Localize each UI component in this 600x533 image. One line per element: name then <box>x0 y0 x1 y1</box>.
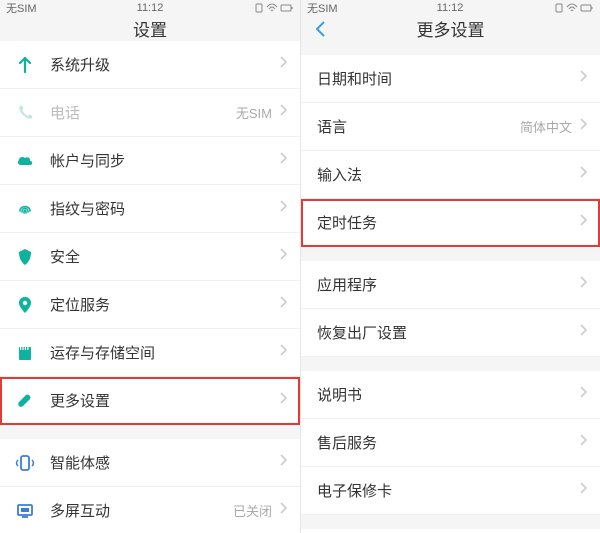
group-gap <box>301 515 600 529</box>
group-gap <box>301 41 600 55</box>
chevron-right-icon <box>278 55 288 74</box>
settings-row[interactable]: 用户体验改进计划已开启 <box>301 529 600 533</box>
chevron-right-icon <box>278 199 288 218</box>
carrier-label: 无SIM <box>307 0 338 16</box>
chevron-right-icon <box>278 295 288 314</box>
settings-row[interactable]: 多屏互动已关闭 <box>0 487 300 533</box>
settings-row[interactable]: 更多设置 <box>0 377 300 425</box>
row-label: 定位服务 <box>50 294 278 315</box>
settings-row[interactable]: 说明书 <box>301 371 600 419</box>
settings-row[interactable]: 日期和时间 <box>301 55 600 103</box>
settings-row[interactable]: 系统升级 <box>0 41 300 89</box>
back-button[interactable] <box>311 19 331 39</box>
arrow-up-icon <box>14 54 36 76</box>
row-label: 智能体感 <box>50 452 278 473</box>
row-label: 电子保修卡 <box>317 480 578 501</box>
chevron-right-icon <box>578 165 588 184</box>
settings-row[interactable]: 语言简体中文 <box>301 103 600 151</box>
phone-icon <box>14 102 36 124</box>
settings-list-right: 日期和时间语言简体中文输入法定时任务应用程序恢复出厂设置说明书售后服务电子保修卡… <box>301 41 600 533</box>
settings-row[interactable]: 帐户与同步 <box>0 137 300 185</box>
group-gap <box>301 247 600 261</box>
row-label: 指纹与密码 <box>50 198 278 219</box>
row-value: 已关闭 <box>233 501 272 520</box>
status-icons <box>254 3 294 13</box>
chevron-right-icon <box>278 391 288 410</box>
left-pane: 无SIM 11:12 设置 系统升级电话无SIM帐户与同步指纹与密码安全定位服务… <box>0 0 300 533</box>
storage-icon <box>14 342 36 364</box>
settings-row[interactable]: 电话无SIM <box>0 89 300 137</box>
chevron-right-icon <box>278 343 288 362</box>
row-label: 说明书 <box>317 384 578 405</box>
page-title-left: 设置 <box>133 16 167 41</box>
chevron-right-icon <box>278 103 288 122</box>
settings-row[interactable]: 安全 <box>0 233 300 281</box>
row-label: 电话 <box>50 102 236 123</box>
row-label: 输入法 <box>317 164 578 185</box>
motion-icon <box>14 452 36 474</box>
row-label: 语言 <box>317 116 520 137</box>
row-label: 售后服务 <box>317 432 578 453</box>
status-icons <box>554 3 594 13</box>
row-label: 帐户与同步 <box>50 150 278 171</box>
shield-icon <box>14 246 36 268</box>
wrench-icon <box>14 390 36 412</box>
fingerprint-icon <box>14 198 36 220</box>
row-label: 日期和时间 <box>317 68 578 89</box>
settings-row[interactable]: 指纹与密码 <box>0 185 300 233</box>
settings-row[interactable]: 电子保修卡 <box>301 467 600 515</box>
pin-icon <box>14 294 36 316</box>
chevron-right-icon <box>578 481 588 500</box>
settings-row[interactable]: 恢复出厂设置 <box>301 309 600 357</box>
row-label: 系统升级 <box>50 54 278 75</box>
cloud-icon <box>14 150 36 172</box>
chevron-right-icon <box>278 247 288 266</box>
settings-row[interactable]: 定位服务 <box>0 281 300 329</box>
chevron-right-icon <box>578 69 588 88</box>
settings-row[interactable]: 输入法 <box>301 151 600 199</box>
chevron-right-icon <box>578 117 588 136</box>
settings-row[interactable]: 定时任务 <box>301 199 600 247</box>
row-label: 应用程序 <box>317 274 578 295</box>
row-label: 多屏互动 <box>50 500 233 521</box>
header-left: 设置 <box>0 16 300 41</box>
row-label: 运存与存储空间 <box>50 342 278 363</box>
chevron-right-icon <box>578 323 588 342</box>
settings-row[interactable]: 运存与存储空间 <box>0 329 300 377</box>
chevron-right-icon <box>578 385 588 404</box>
row-label: 更多设置 <box>50 390 278 411</box>
right-pane: 无SIM 11:12 更多设置 日期和时间语言简体中文输入法定时任务应用程序恢复… <box>300 0 600 533</box>
row-label: 定时任务 <box>317 212 578 233</box>
row-value: 无SIM <box>236 103 272 122</box>
page-title-right: 更多设置 <box>417 16 485 41</box>
settings-row[interactable]: 应用程序 <box>301 261 600 309</box>
cast-icon <box>14 500 36 522</box>
chevron-right-icon <box>578 433 588 452</box>
settings-row[interactable]: 售后服务 <box>301 419 600 467</box>
group-gap <box>301 357 600 371</box>
chevron-right-icon <box>578 275 588 294</box>
settings-list-left: 系统升级电话无SIM 帐户与同步指纹与密码安全定位服务运存与存储空间更多设置智能体… <box>0 41 300 533</box>
statusbar-left: 无SIM 11:12 <box>0 0 300 16</box>
chevron-right-icon <box>278 151 288 170</box>
row-label: 安全 <box>50 246 278 267</box>
chevron-right-icon <box>278 501 288 520</box>
chevron-right-icon <box>278 453 288 472</box>
row-value: 简体中文 <box>520 117 572 136</box>
settings-row[interactable]: 智能体感 <box>0 439 300 487</box>
statusbar-right: 无SIM 11:12 <box>301 0 600 16</box>
header-right: 更多设置 <box>301 16 600 41</box>
carrier-label: 无SIM <box>6 0 37 16</box>
row-label: 恢复出厂设置 <box>317 322 578 343</box>
chevron-right-icon <box>578 213 588 232</box>
group-gap <box>0 425 300 439</box>
